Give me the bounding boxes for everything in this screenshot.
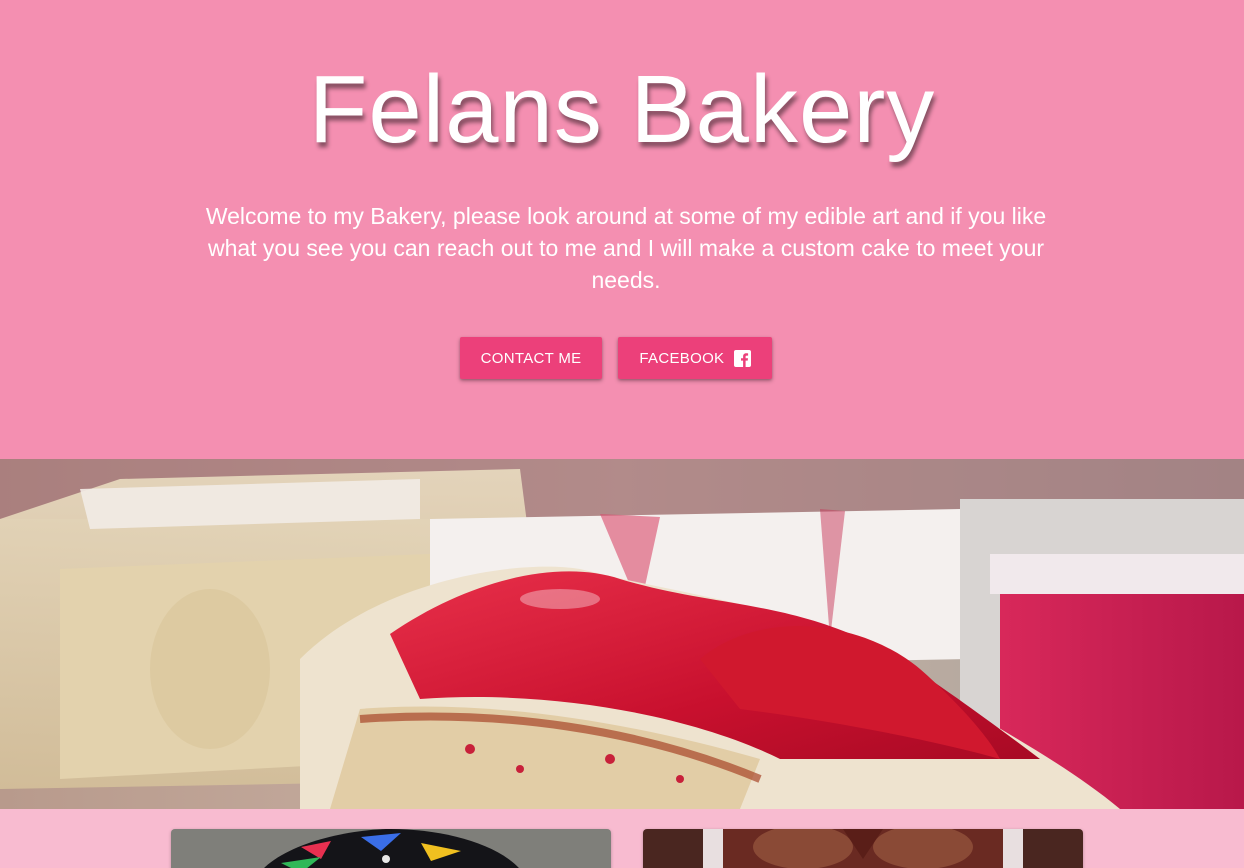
cake-banner-image: [0, 459, 1244, 809]
gallery-card-1-image: [171, 829, 611, 868]
facebook-icon: [734, 349, 752, 367]
contact-me-button[interactable]: CONTACT ME: [459, 337, 603, 379]
gallery-card-1[interactable]: [171, 829, 611, 868]
hero-description: Welcome to my Bakery, please look around…: [205, 203, 1047, 293]
gallery-card-2-image: [643, 829, 1083, 868]
facebook-label: FACEBOOK: [639, 349, 725, 367]
contact-me-label: CONTACT ME: [480, 349, 582, 367]
facebook-button[interactable]: FACEBOOK: [618, 337, 773, 379]
hero-section: Felans Bakery Welcome to my Bakery, plea…: [0, 0, 1244, 459]
site-title: Felans Bakery: [308, 56, 936, 163]
hero-button-row: CONTACT ME FACEBOOK: [0, 337, 1244, 379]
gallery-card-2[interactable]: [643, 829, 1083, 868]
